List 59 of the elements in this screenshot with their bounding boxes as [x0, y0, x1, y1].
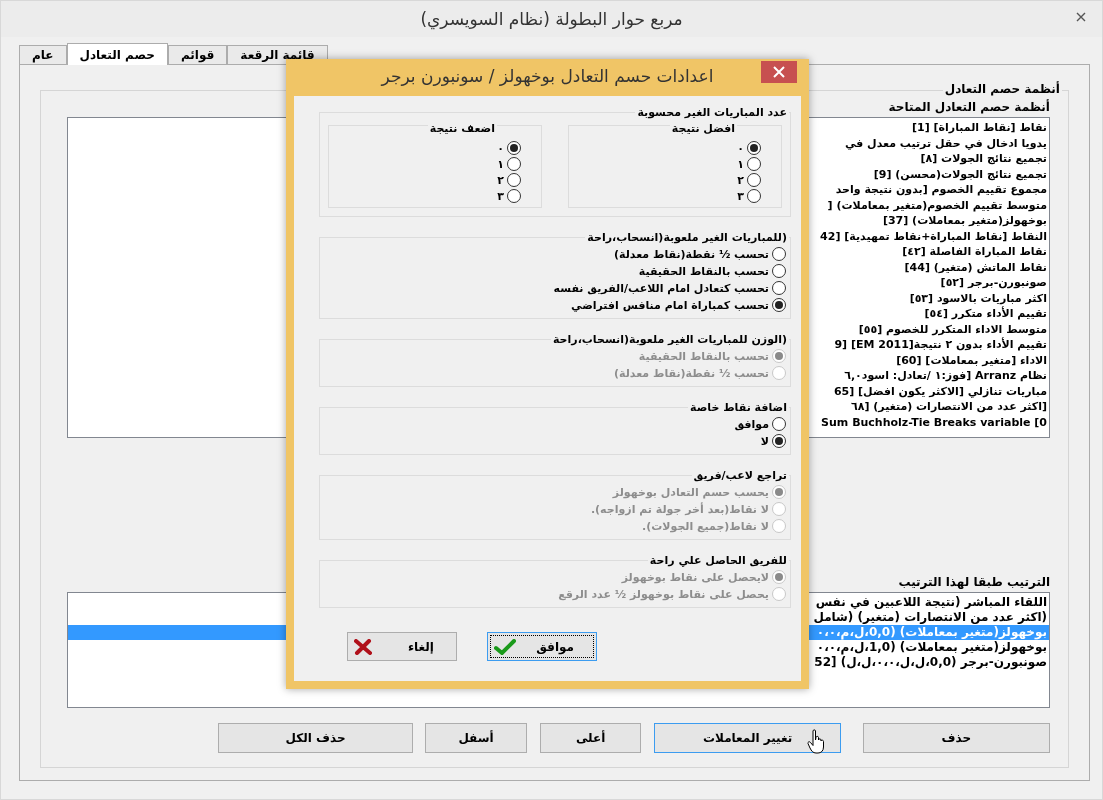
radio-button[interactable]: [507, 157, 521, 171]
radio-button[interactable]: [772, 417, 786, 431]
list-label: الترتيب طبقا لهذا الترتيب: [898, 575, 1050, 589]
option-label: تحسب بالنقاط الحقيقية: [638, 349, 769, 363]
option-label: يحصل على نقاط بوخهولز ½ عدد الرقع: [558, 587, 769, 601]
radio-button[interactable]: [747, 173, 761, 187]
group-title: اضافة نقاط خاصة: [687, 401, 789, 414]
option-label: لا: [760, 434, 769, 448]
tab[interactable]: عام: [19, 45, 67, 64]
option-label: تحسب كمباراة امام منافس افتراضي: [571, 298, 769, 312]
action-button[interactable]: حذف الكل: [218, 723, 414, 753]
radio-button[interactable]: [772, 264, 786, 278]
radio-button[interactable]: [507, 189, 521, 203]
subgroup-title: افضل نتيجة: [669, 122, 737, 135]
option-label: ٠: [737, 141, 744, 155]
option-label: تحسب بالنقاط الحقيقية: [638, 264, 769, 278]
close-button[interactable]: [761, 61, 797, 83]
window-title: مربع حوار البطولة (نظام السويسري): [420, 9, 683, 29]
group-title: عدد المباريات الغير محسوبة: [635, 106, 789, 119]
radio-button[interactable]: [772, 247, 786, 261]
option-label: ٣: [737, 189, 744, 203]
option-label: ٢: [737, 173, 744, 187]
dialog-button[interactable]: إلغاء: [347, 632, 457, 661]
dialog-title: اعدادات حسم التعادل بوخهولز / سونبورن برجر: [381, 66, 714, 86]
option-label: ١: [497, 157, 504, 171]
action-button[interactable]: أسفل: [425, 723, 527, 753]
option-label: لايحصل على نقاط بوخهولز: [621, 570, 769, 584]
radio-button[interactable]: [772, 281, 786, 295]
tab[interactable]: قوائم: [167, 45, 228, 64]
action-button[interactable]: تغيير المعاملات: [654, 723, 841, 753]
option-label: لا نقاط(بعد أخر جولة تم ازواجه).: [590, 502, 769, 516]
option-label: موافق: [734, 417, 769, 431]
radio-button[interactable]: [747, 189, 761, 203]
dialog-button[interactable]: موافق: [487, 632, 597, 661]
checkmark-icon: [494, 638, 516, 655]
option-label: ٢: [497, 173, 504, 187]
option-label: ٠: [497, 141, 504, 155]
option-label: تحسب كتعادل امام اللاعب/الفريق نفسه: [553, 281, 769, 295]
option-label: تحسب ½ نقطة(نقاط معدلة): [613, 366, 769, 380]
radio-button[interactable]: [507, 173, 521, 187]
action-button[interactable]: أعلى: [539, 723, 642, 753]
option-label: يحسب حسم التعادل بوخهولز: [612, 485, 769, 499]
option-label: ١: [737, 157, 744, 171]
group-title: (للمباريات الغير ملعوبة(انسحاب،راحة: [585, 231, 789, 244]
tab[interactable]: حصم التعادل: [66, 43, 168, 65]
radio-button[interactable]: [747, 157, 761, 171]
group-title: أنظمة حصم التعادل: [942, 82, 1062, 96]
list-label: أنظمة حصم التعادل المتاحة: [888, 100, 1050, 114]
subgroup-title: اضعف نتيجة: [427, 122, 497, 135]
close-icon: [773, 66, 785, 78]
cross-icon: [354, 638, 372, 655]
action-button[interactable]: حذف: [862, 723, 1050, 753]
group-title: للفريق الحاصل علي راحة: [647, 554, 789, 567]
group-title: تراجع لاعب/فريق: [691, 469, 789, 482]
hand-cursor-icon: [807, 729, 827, 755]
option-label: لا نقاط(جميع الجولات).: [642, 519, 769, 533]
option-label: ٣: [497, 189, 504, 203]
option-label: تحسب ½ نقطة(نقاط معدلة): [613, 247, 769, 261]
group-title: (الوزن للمباريات الغير ملعوبة(انسحاب،راحة: [550, 333, 789, 346]
